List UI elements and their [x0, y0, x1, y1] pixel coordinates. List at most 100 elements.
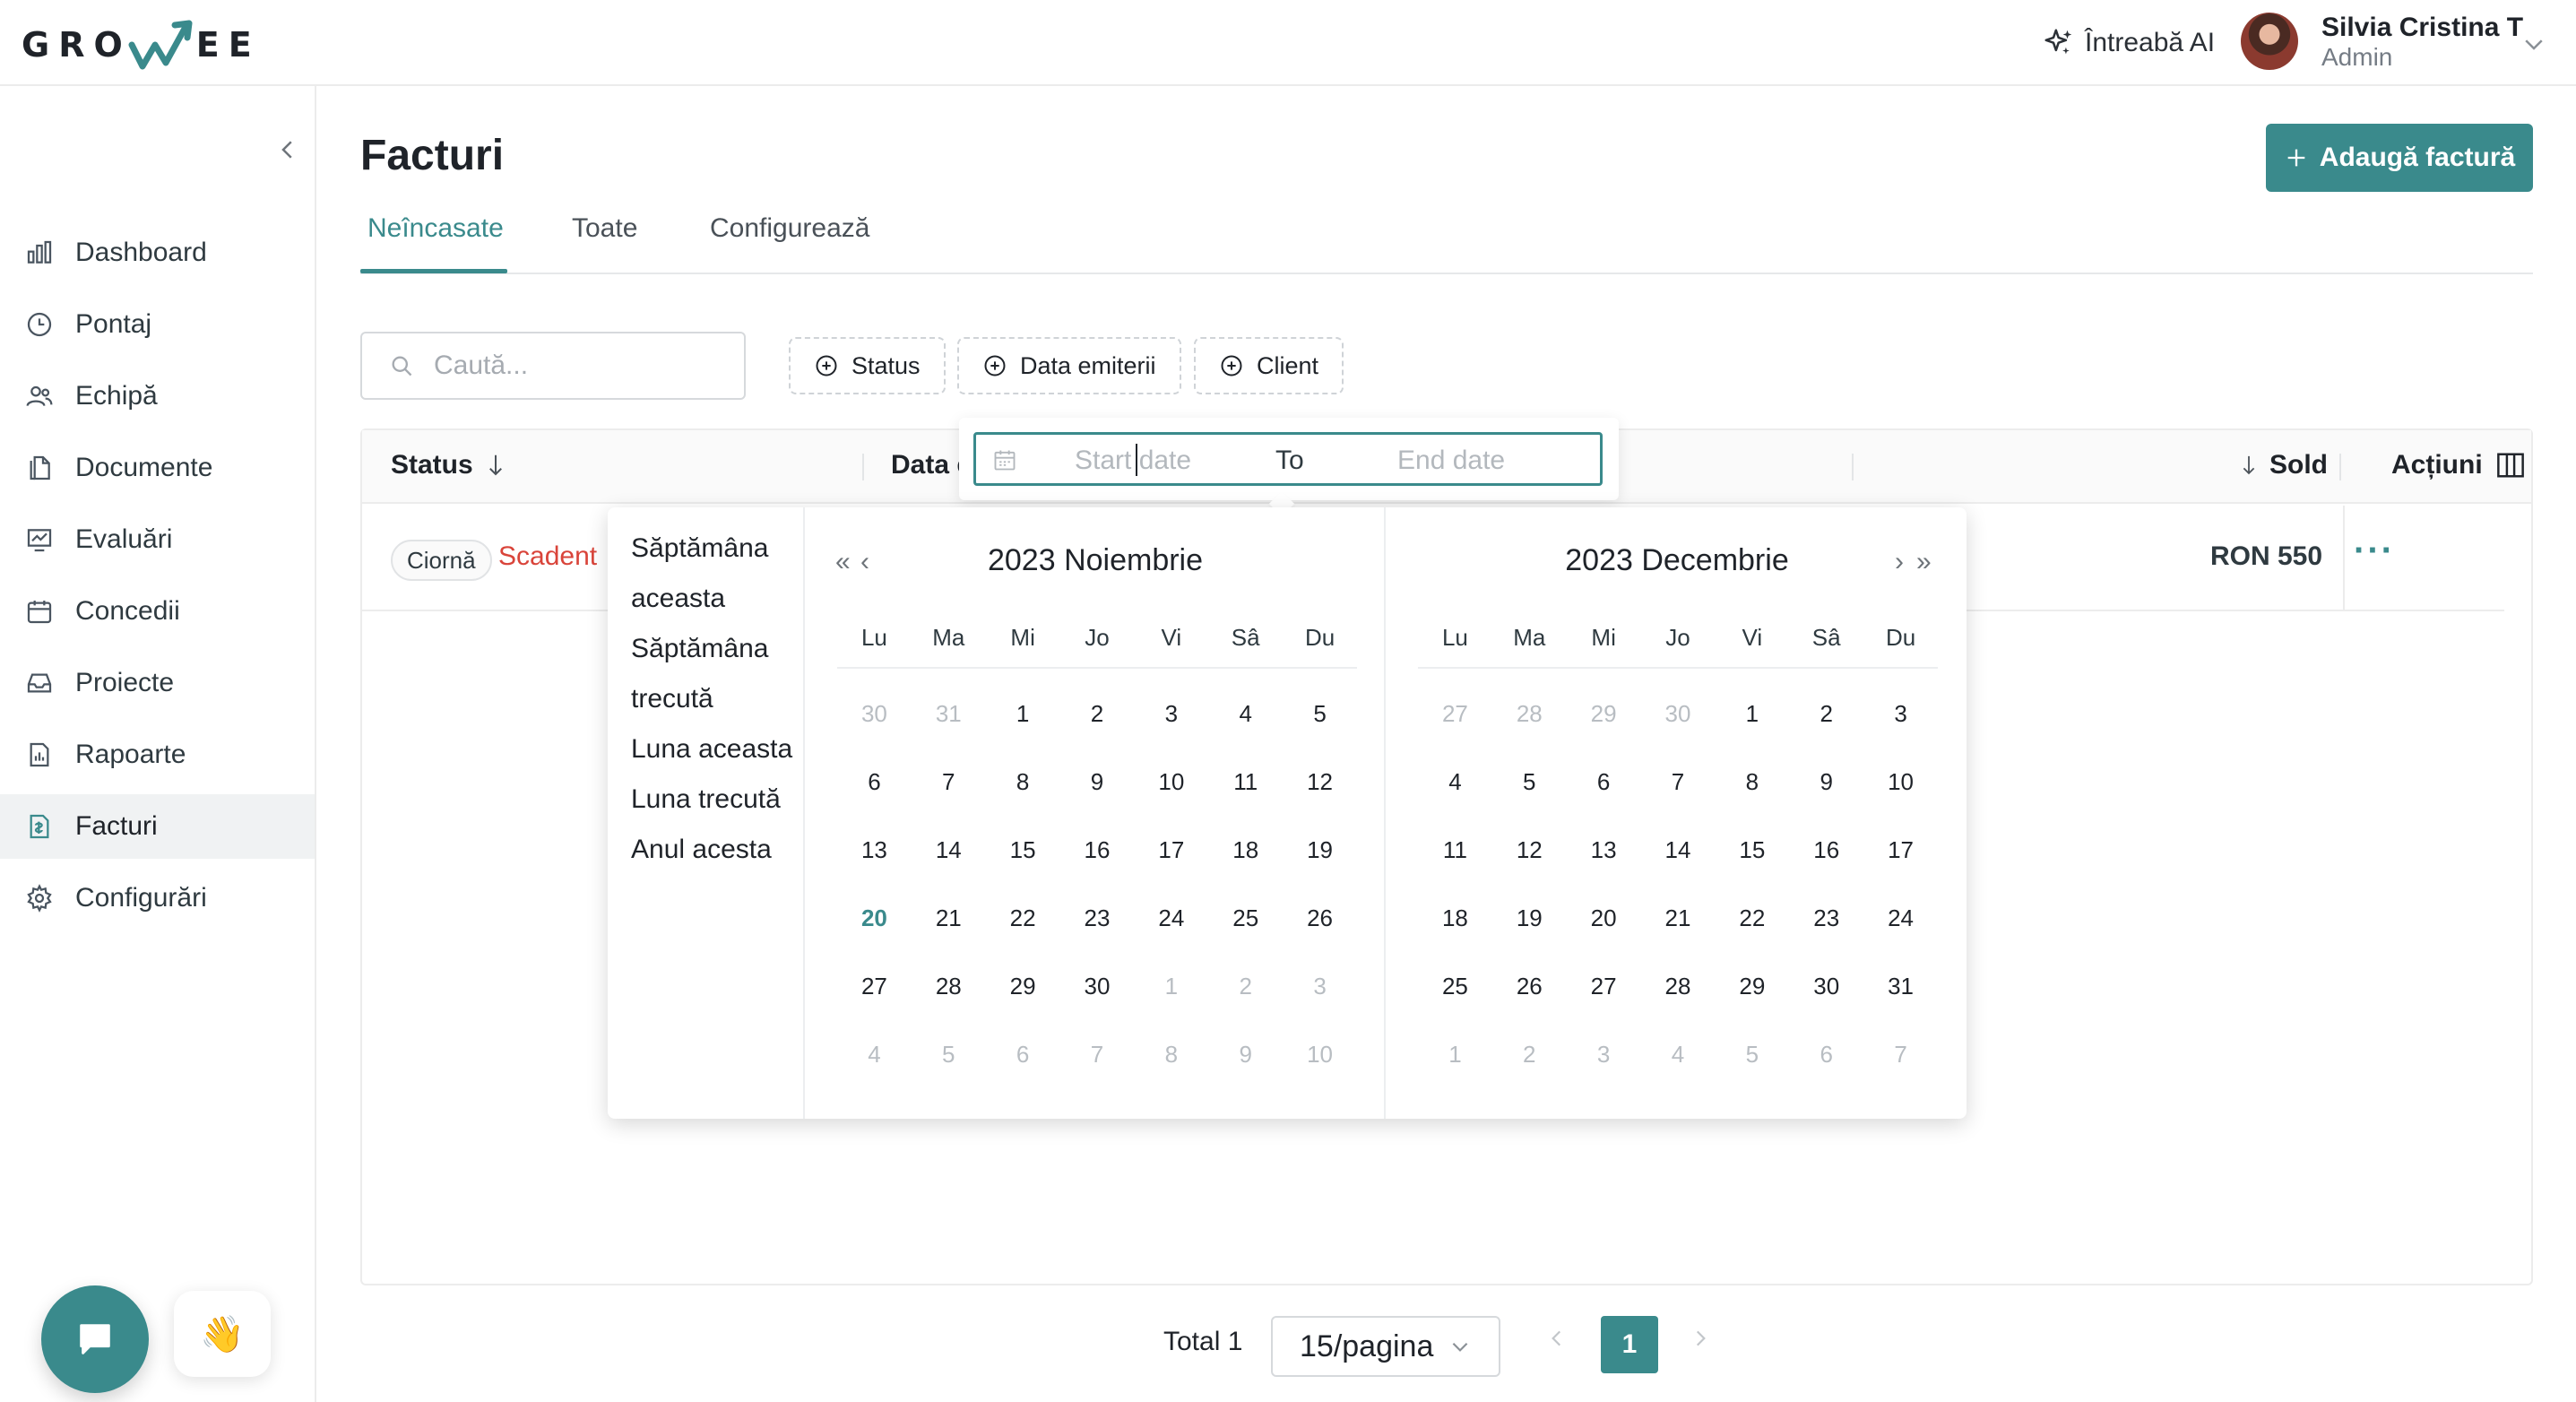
calendar-day[interactable]: 13: [837, 816, 912, 884]
calendar-day[interactable]: 10: [1283, 1020, 1357, 1088]
calendar-day[interactable]: 3: [1863, 679, 1938, 748]
sidebar-item-proiecte[interactable]: Proiecte: [0, 651, 315, 715]
calendar-day[interactable]: 14: [912, 816, 986, 884]
calendar-day[interactable]: 3: [1134, 679, 1208, 748]
calendar-day[interactable]: 3: [1567, 1020, 1641, 1088]
calendar-day[interactable]: 6: [1567, 748, 1641, 816]
calendar-day[interactable]: 8: [986, 748, 1060, 816]
column-status[interactable]: Status: [391, 450, 506, 480]
chat-button[interactable]: [41, 1285, 149, 1393]
sidebar-item-configurari[interactable]: Configurări: [0, 866, 315, 930]
calendar-day[interactable]: 9: [1208, 1020, 1283, 1088]
calendar-day[interactable]: 1: [986, 679, 1060, 748]
calendar-day[interactable]: 14: [1641, 816, 1716, 884]
calendar-day[interactable]: 10: [1134, 748, 1208, 816]
calendar-day[interactable]: 22: [986, 884, 1060, 952]
tab-toate[interactable]: Toate: [572, 213, 637, 244]
sidebar-item-echipa[interactable]: Echipă: [0, 364, 315, 428]
collapse-sidebar-icon[interactable]: [274, 136, 301, 163]
calendar-day[interactable]: 27: [837, 952, 912, 1020]
calendar-day[interactable]: 19: [1492, 884, 1567, 952]
column-actiuni[interactable]: Acțiuni: [2391, 450, 2526, 480]
calendar-day[interactable]: 27: [1567, 952, 1641, 1020]
calendar-day[interactable]: 11: [1208, 748, 1283, 816]
calendar-day[interactable]: 12: [1283, 748, 1357, 816]
calendar-day[interactable]: 5: [1283, 679, 1357, 748]
calendar-day[interactable]: 13: [1567, 816, 1641, 884]
calendar-day[interactable]: 30: [837, 679, 912, 748]
end-date-field[interactable]: End date: [1397, 446, 1505, 476]
calendar-day[interactable]: 15: [1715, 816, 1789, 884]
calendar-day[interactable]: 28: [1492, 679, 1567, 748]
calendar-day[interactable]: 17: [1863, 816, 1938, 884]
calendar-day[interactable]: 8: [1715, 748, 1789, 816]
avatar[interactable]: [2241, 13, 2298, 70]
sidebar-item-dashboard[interactable]: Dashboard: [0, 221, 315, 285]
calendar-day[interactable]: 1: [1715, 679, 1789, 748]
calendar-day[interactable]: 24: [1863, 884, 1938, 952]
calendar-day[interactable]: 1: [1134, 952, 1208, 1020]
calendar-day[interactable]: 30: [1789, 952, 1863, 1020]
page-1-button[interactable]: 1: [1601, 1316, 1658, 1373]
calendar-day[interactable]: 25: [1418, 952, 1492, 1020]
calendar-day[interactable]: 6: [837, 748, 912, 816]
sidebar-item-evaluari[interactable]: Evaluări: [0, 507, 315, 572]
calendar-day[interactable]: 28: [912, 952, 986, 1020]
calendar-day[interactable]: 27: [1418, 679, 1492, 748]
next-month-icon[interactable]: ›: [1895, 547, 1906, 577]
calendar-day[interactable]: 23: [1060, 884, 1135, 952]
calendar-day[interactable]: 3: [1283, 952, 1357, 1020]
prev-page-icon[interactable]: [1545, 1327, 1569, 1350]
calendar-day[interactable]: 4: [1418, 748, 1492, 816]
sidebar-item-documente[interactable]: Documente: [0, 436, 315, 500]
calendar-day[interactable]: 6: [986, 1020, 1060, 1088]
sidebar-item-rapoarte[interactable]: Rapoarte: [0, 723, 315, 787]
calendar-day[interactable]: 10: [1863, 748, 1938, 816]
calendar-day[interactable]: 29: [1715, 952, 1789, 1020]
column-sold[interactable]: Sold: [2241, 450, 2328, 480]
next-page-icon[interactable]: [1689, 1327, 1712, 1350]
page-size-select[interactable]: 15/pagina: [1271, 1316, 1500, 1377]
preset-this-year[interactable]: Anul acesta: [631, 825, 798, 875]
calendar-day[interactable]: 7: [1641, 748, 1716, 816]
calendar-day[interactable]: 9: [1060, 748, 1135, 816]
calendar-day[interactable]: 8: [1134, 1020, 1208, 1088]
calendar-day[interactable]: 4: [1641, 1020, 1716, 1088]
calendar-day[interactable]: 5: [1492, 748, 1567, 816]
calendar-day[interactable]: 28: [1641, 952, 1716, 1020]
calendar-day[interactable]: 2: [1208, 952, 1283, 1020]
calendar-day[interactable]: 7: [1863, 1020, 1938, 1088]
calendar-day[interactable]: 25: [1208, 884, 1283, 952]
calendar-day[interactable]: 30: [1641, 679, 1716, 748]
calendar-day[interactable]: 29: [986, 952, 1060, 1020]
columns-icon[interactable]: [2495, 452, 2526, 479]
calendar-day[interactable]: 26: [1492, 952, 1567, 1020]
sidebar-item-pontaj[interactable]: Pontaj: [0, 292, 315, 357]
calendar-day[interactable]: 16: [1789, 816, 1863, 884]
preset-this-month[interactable]: Luna aceasta: [631, 724, 798, 775]
calendar-day[interactable]: 5: [912, 1020, 986, 1088]
preset-last-month[interactable]: Luna trecută: [631, 775, 798, 825]
calendar-day[interactable]: 24: [1134, 884, 1208, 952]
calendar-day[interactable]: 2: [1060, 679, 1135, 748]
calendar-day[interactable]: 6: [1789, 1020, 1863, 1088]
calendar-day[interactable]: 20: [1567, 884, 1641, 952]
filter-client[interactable]: Client: [1194, 337, 1344, 394]
next-year-icon[interactable]: »: [1916, 547, 1933, 577]
calendar-day[interactable]: 31: [1863, 952, 1938, 1020]
calendar-day[interactable]: 22: [1715, 884, 1789, 952]
calendar-day[interactable]: 15: [986, 816, 1060, 884]
calendar-day[interactable]: 2: [1492, 1020, 1567, 1088]
calendar-day[interactable]: 4: [837, 1020, 912, 1088]
calendar-day[interactable]: 1: [1418, 1020, 1492, 1088]
calendar-day[interactable]: 18: [1418, 884, 1492, 952]
start-date-field[interactable]: Start date: [1075, 446, 1191, 476]
row-actions-button[interactable]: ···: [2354, 531, 2395, 571]
chevron-down-icon[interactable]: [2520, 30, 2547, 57]
tab-neincasate[interactable]: Neîncasate: [367, 213, 504, 244]
sidebar-item-facturi[interactable]: Facturi: [0, 794, 315, 859]
calendar-day[interactable]: 18: [1208, 816, 1283, 884]
ask-ai-button[interactable]: Întreabă AI: [2042, 23, 2215, 63]
tab-configureaza[interactable]: Configurează: [710, 213, 869, 244]
calendar-day[interactable]: 31: [912, 679, 986, 748]
